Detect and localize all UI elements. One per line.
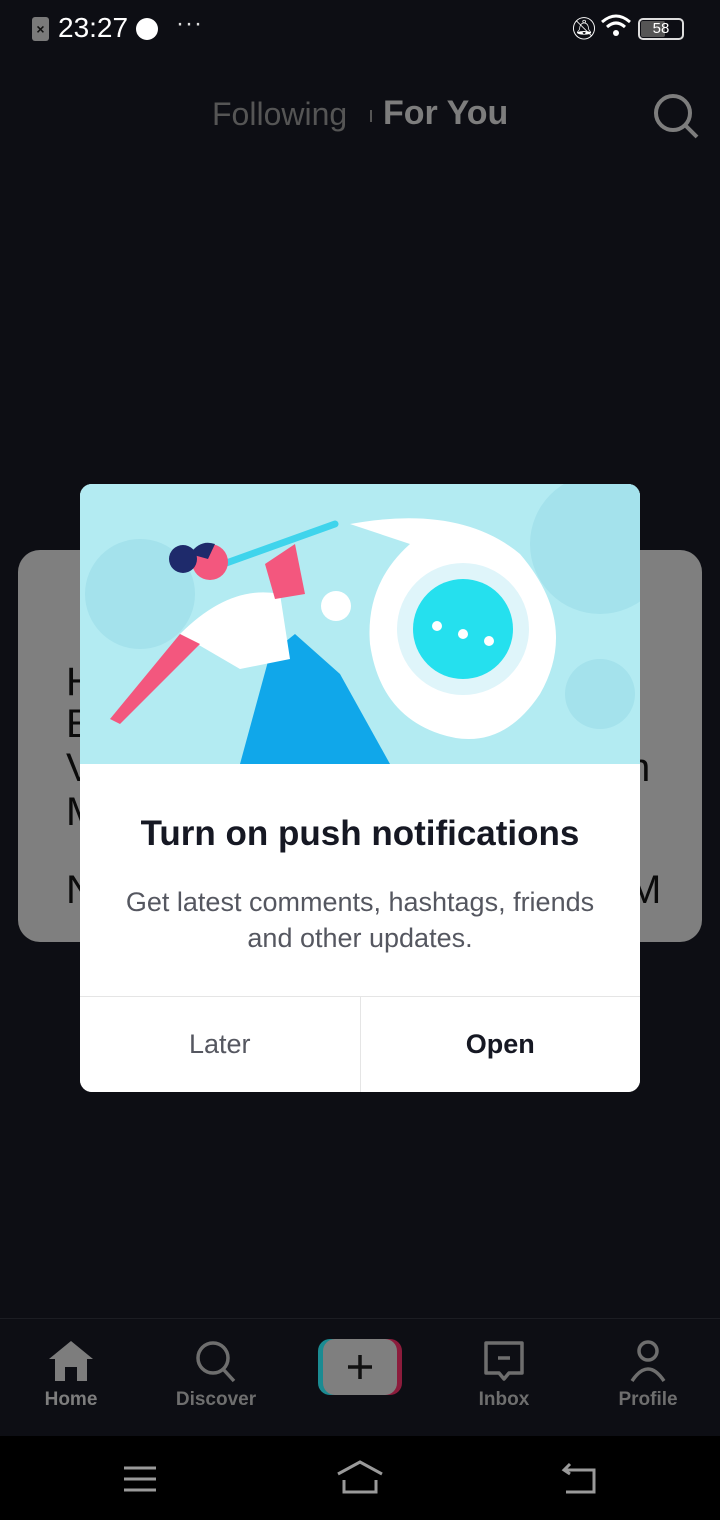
bell-muted-icon: 🔕︎: [570, 16, 598, 41]
dialog-description: Get latest comments, hashtags, friends a…: [125, 887, 595, 953]
more-notifications-icon: ···: [176, 10, 203, 37]
feed-tabs: Following For You: [0, 94, 720, 138]
search-icon[interactable]: [652, 92, 700, 140]
battery-icon: 58: [638, 18, 684, 40]
status-bar: × 23:27 ··· 🔕︎ 58: [0, 0, 720, 58]
clock: 23:27: [58, 12, 129, 43]
open-button[interactable]: Open: [360, 997, 640, 1092]
tab-for-you[interactable]: For You: [383, 94, 508, 133]
dialog-actions: Later Open: [80, 996, 640, 1092]
back-icon[interactable]: [560, 1462, 598, 1494]
push-notification-dialog: Turn on push notifications Get latest co…: [80, 484, 640, 1092]
tab-label: Discover: [175, 1389, 257, 1410]
search-icon: [196, 1341, 236, 1383]
bottom-tab-bar: Home Discover Inbox Profile: [0, 1318, 720, 1436]
inbox-icon: [484, 1341, 524, 1381]
sim-error-icon: ×: [32, 17, 49, 41]
tab-label: Home: [44, 1389, 98, 1410]
later-button[interactable]: Later: [80, 997, 361, 1092]
tab-divider: [370, 110, 372, 122]
home-icon: [49, 1341, 93, 1381]
create-button[interactable]: [318, 1339, 402, 1395]
system-navigation-bar: [0, 1436, 720, 1520]
tab-label: Profile: [618, 1389, 678, 1410]
menu-icon[interactable]: [122, 1464, 158, 1494]
profile-icon: [630, 1340, 666, 1383]
tab-discover[interactable]: Discover: [161, 1339, 271, 1411]
dialog-title: Turn on push notifications: [140, 814, 580, 853]
notification-illustration: [80, 484, 640, 764]
tab-label: Inbox: [478, 1389, 530, 1410]
tab-home[interactable]: Home: [16, 1339, 126, 1411]
battery-level: 58: [652, 20, 670, 37]
wifi-icon: [601, 14, 631, 36]
tab-profile[interactable]: Profile: [593, 1339, 703, 1411]
tab-following[interactable]: Following: [212, 96, 347, 133]
tab-inbox[interactable]: Inbox: [449, 1339, 559, 1411]
home-outline-icon[interactable]: [336, 1460, 384, 1494]
app-notification-icon: [136, 18, 158, 40]
